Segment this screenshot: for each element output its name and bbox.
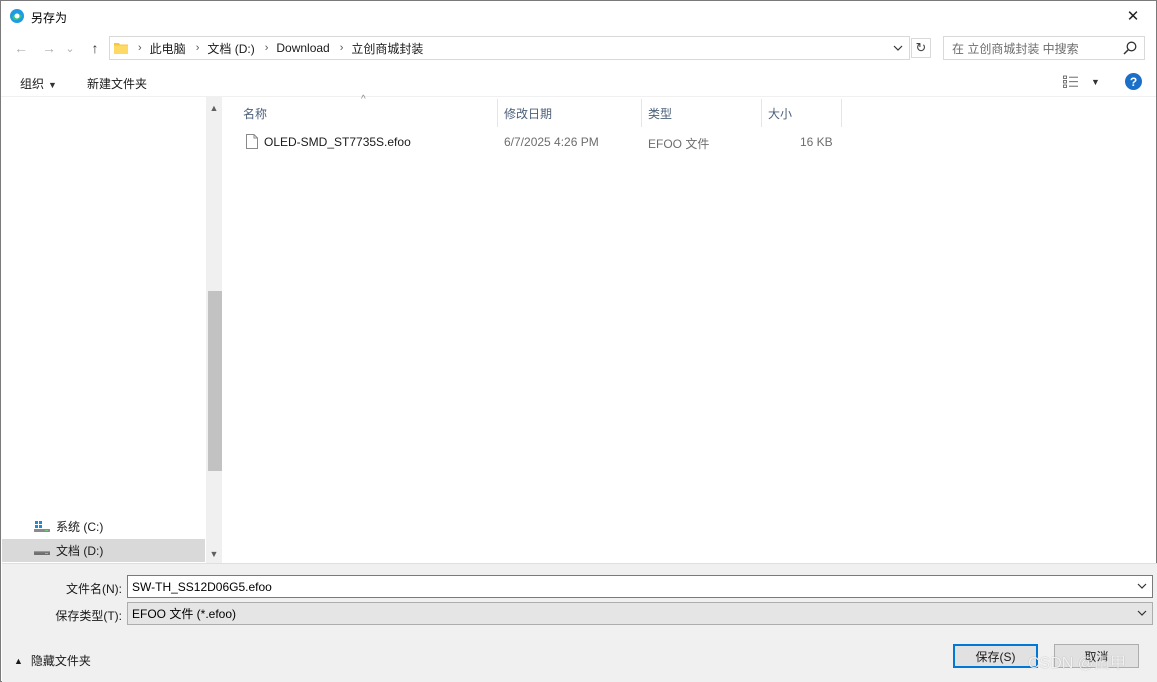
chevron-right-icon: ›	[339, 42, 344, 54]
new-folder-button[interactable]: 新建文件夹	[87, 75, 147, 92]
scrollbar-thumb[interactable]	[208, 291, 222, 471]
title-bar: 另存为 ✕	[1, 1, 1156, 31]
sidebar-item-drive-d[interactable]: 文档 (D:)	[2, 539, 205, 562]
sidebar-item-label: 文档 (D:)	[56, 544, 104, 558]
chevron-down-icon: ⌄	[65, 42, 75, 55]
back-button[interactable]: ←	[11, 38, 31, 58]
scroll-down-icon[interactable]: ▼	[206, 546, 222, 562]
filetype-select[interactable]: EFOO 文件 (*.efoo)	[127, 602, 1153, 625]
search-icon	[1123, 41, 1137, 55]
arrow-left-icon: ←	[14, 40, 28, 56]
navigation-pane: 系统 (C:) 文档 (D:) ▲ ▼	[2, 97, 222, 563]
folder-icon	[114, 43, 128, 54]
file-size: 16 KB	[800, 135, 833, 149]
file-list: ^ 名称 修改日期 类型 大小 OLED-SMD_ST7735S.efoo 6/…	[223, 94, 1156, 563]
chevron-down-icon	[1137, 610, 1147, 616]
file-name: OLED-SMD_ST7735S.efoo	[264, 135, 411, 149]
hide-folders-toggle[interactable]: ▲ 隐藏文件夹	[14, 652, 91, 669]
column-divider[interactable]	[841, 99, 842, 127]
column-header-name[interactable]: 名称	[243, 99, 496, 127]
file-type: EFOO 文件	[648, 137, 710, 151]
address-row: ← → ⌄ ↑ › 此电脑 › 文档 (D:) › Download › 立创商…	[1, 34, 1156, 62]
breadcrumb-drive-d[interactable]: 文档 (D:)	[207, 40, 254, 57]
column-header-label: 类型	[648, 106, 673, 121]
organize-menu[interactable]: 组织 ▼	[20, 75, 57, 92]
arrow-right-icon: →	[42, 40, 56, 56]
column-header-modified[interactable]: 修改日期	[504, 99, 641, 127]
arrow-up-icon: ↑	[91, 40, 99, 56]
file-modified: 6/7/2025 4:26 PM	[504, 135, 599, 149]
filename-input[interactable]: SW-TH_SS12D06G5.efoo	[127, 575, 1153, 598]
drive-icon	[34, 550, 50, 555]
chevron-right-icon: ›	[264, 42, 269, 54]
breadcrumb-download[interactable]: Download	[276, 41, 329, 55]
window-title: 另存为	[31, 11, 68, 25]
breadcrumb-this-pc[interactable]: 此电脑	[150, 40, 186, 57]
save-button-label: 保存(S)	[975, 649, 1016, 664]
column-header-type[interactable]: 类型	[648, 99, 760, 127]
app-icon	[10, 9, 24, 23]
filetype-dropdown-button[interactable]	[1136, 607, 1148, 619]
save-form: 文件名(N): SW-TH_SS12D06G5.efoo 保存类型(T): EF…	[2, 563, 1157, 682]
address-dropdown-button[interactable]	[891, 41, 905, 55]
help-icon: ?	[1129, 74, 1138, 89]
details-view-icon	[1063, 75, 1078, 88]
toolbar: 组织 ▼ 新建文件夹 ▼	[1, 67, 1156, 97]
up-button[interactable]: ↑	[85, 38, 105, 58]
column-header-label: 大小	[768, 106, 793, 121]
caret-down-icon: ▼	[48, 80, 57, 90]
save-button[interactable]: 保存(S)	[953, 644, 1038, 668]
chevron-right-icon: ›	[195, 42, 200, 54]
address-bar[interactable]: › 此电脑 › 文档 (D:) › Download › 立创商城封装	[109, 36, 910, 60]
column-header-size[interactable]: 大小	[768, 99, 840, 127]
chevron-down-icon	[893, 45, 903, 51]
refresh-button[interactable]: ↻	[911, 38, 931, 58]
search-box[interactable]: 在 立创商城封装 中搜索	[943, 36, 1145, 60]
system-drive-icon	[34, 520, 50, 532]
close-icon: ✕	[1126, 8, 1140, 25]
change-view-button[interactable]: ▼	[1063, 74, 1103, 90]
chevron-up-icon: ▲	[14, 655, 23, 666]
save-as-dialog: 另存为 ✕ ← → ⌄ ↑ › 此电脑 › 文档 (D:) › Download…	[0, 0, 1157, 682]
scroll-up-icon[interactable]: ▲	[206, 100, 222, 116]
close-button[interactable]: ✕	[1110, 1, 1156, 31]
filetype-label: 保存类型(T):	[55, 609, 122, 623]
refresh-icon: ↻	[915, 40, 927, 55]
help-button[interactable]: ?	[1125, 73, 1142, 90]
forward-button[interactable]: →	[39, 38, 59, 58]
sidebar-item-label: 系统 (C:)	[56, 520, 104, 534]
table-row[interactable]: OLED-SMD_ST7735S.efoo 6/7/2025 4:26 PM E…	[239, 131, 839, 153]
filetype-value: EFOO 文件 (*.efoo)	[132, 607, 237, 621]
hide-folders-label: 隐藏文件夹	[30, 654, 91, 668]
navigation-scrollbar[interactable]: ▲ ▼	[206, 97, 222, 563]
organize-label: 组织	[20, 77, 45, 91]
filename-value: SW-TH_SS12D06G5.efoo	[132, 579, 272, 594]
watermark: CSDN @田甲	[1028, 655, 1127, 672]
caret-down-icon: ▼	[1091, 77, 1100, 87]
column-divider[interactable]	[761, 99, 762, 127]
filename-dropdown-button[interactable]	[1136, 580, 1148, 592]
new-folder-label: 新建文件夹	[87, 77, 148, 91]
chevron-right-icon: ›	[138, 42, 142, 54]
search-placeholder: 在 立创商城封装 中搜索	[952, 41, 1079, 56]
column-divider[interactable]	[641, 99, 642, 127]
filename-label: 文件名(N):	[66, 582, 122, 596]
column-divider[interactable]	[497, 99, 498, 127]
column-header-label: 修改日期	[504, 106, 553, 121]
chevron-down-icon	[1137, 583, 1147, 589]
sidebar-item-drive-c[interactable]: 系统 (C:)	[2, 515, 205, 538]
breadcrumb-current-folder[interactable]: 立创商城封装	[351, 40, 423, 57]
file-icon	[246, 134, 258, 149]
recent-locations-button[interactable]: ⌄	[63, 38, 77, 58]
column-header-label: 名称	[243, 106, 268, 121]
